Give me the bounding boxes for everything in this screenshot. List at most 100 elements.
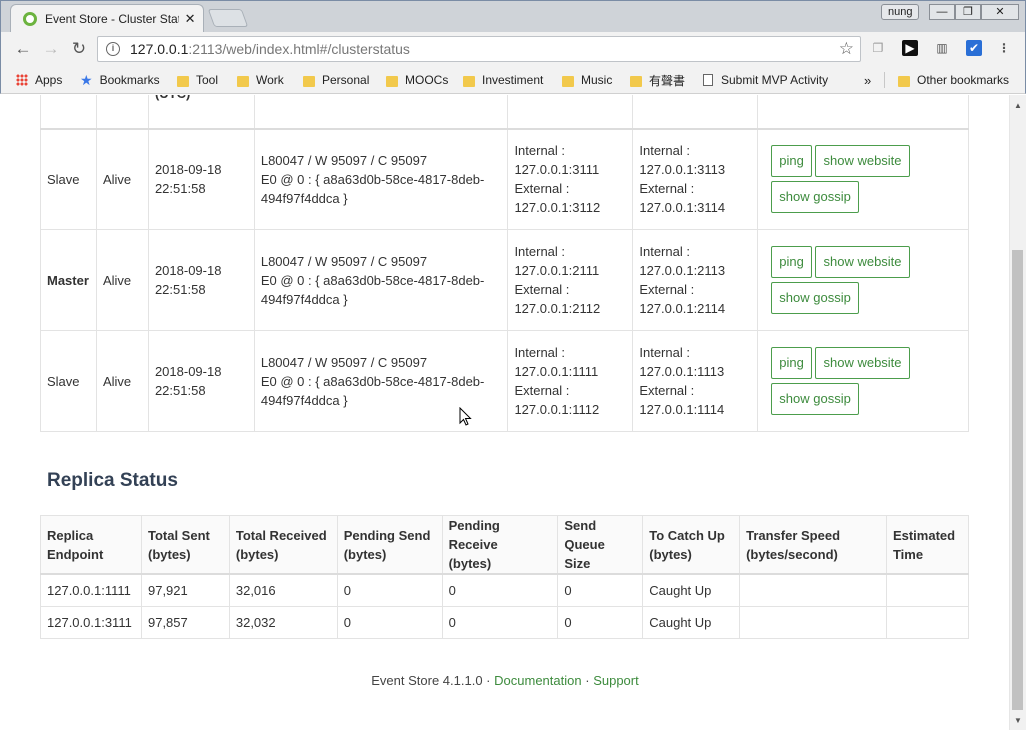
browser-titlebar: Event Store - Cluster Stat ✕ nung — ❐ ✕ [0, 0, 1026, 33]
restore-icon[interactable]: ❐ [955, 4, 981, 20]
table-row: Master Alive 2018-09-18 22:51:58 L80047 /… [40, 229, 969, 331]
browser-toolbar: ← → ↻ i 127.0.0.1:2113/web/index.html#/c… [0, 32, 1026, 66]
bookmark-other[interactable]: Other bookmarks [898, 72, 1009, 88]
show-website-button[interactable]: show website [815, 347, 910, 379]
folder-icon [898, 75, 910, 87]
page-scrollbar[interactable]: ▲ ▼ [1009, 95, 1026, 730]
ping-button[interactable]: ping [771, 347, 812, 379]
scroll-up-icon[interactable]: ▲ [1010, 99, 1026, 113]
cluster-status-table: (UTC) Slave Alive 2018-09-1822:51:58 L80… [40, 95, 969, 432]
page-content: (UTC) Slave Alive 2018-09-1822:51:58 L80… [1, 95, 1009, 730]
node-actions: ping show website show gossip [757, 128, 969, 230]
cell-send-queue-size: 0 [557, 605, 644, 639]
cell-pending-receive: 0 [441, 573, 559, 607]
cell-estimated-time [885, 605, 970, 639]
address-bar[interactable]: i 127.0.0.1:2113/web/index.html#/cluster… [97, 36, 861, 62]
cell-endpoint: 127.0.0.1:3111 [40, 605, 142, 639]
bookmark-moocs[interactable]: MOOCs [386, 72, 448, 88]
reload-icon[interactable]: ↻ [68, 38, 90, 60]
star-icon: ★ [80, 71, 93, 88]
trello-extension-icon[interactable]: ▥ [934, 40, 950, 56]
node-info: L80047 / W 95097 / C 95097 E0 @ 0 : { a8a… [253, 128, 509, 230]
col-replica-endpoint: Replica Endpoint [40, 515, 142, 575]
node-actions: ping show website show gossip [757, 330, 969, 432]
forward-icon[interactable]: → [40, 38, 62, 60]
header-partial: (UTC) [147, 95, 255, 130]
node-state: Slave [40, 128, 97, 230]
col-pending-send: Pending Send (bytes) [336, 515, 443, 575]
show-gossip-button[interactable]: show gossip [771, 181, 859, 214]
mouse-cursor-icon [459, 407, 472, 426]
node-state: Slave [40, 330, 97, 432]
pocket-extension-icon[interactable]: ✔ [966, 40, 982, 56]
ping-button[interactable]: ping [771, 145, 812, 178]
table-row: 127.0.0.1:1111 97,921 32,016 0 0 0 Caugh… [40, 573, 970, 607]
folder-icon [303, 75, 315, 87]
cell-pending-send: 0 [336, 605, 443, 639]
page-footer: Event Store 4.1.1.0 · Documentation · Su… [1, 673, 1009, 688]
cell-estimated-time [885, 573, 970, 607]
document-icon [703, 74, 713, 86]
profile-button[interactable]: nung [881, 4, 920, 20]
bookmark-star-icon[interactable]: ☆ [839, 39, 854, 59]
cell-total-sent: 97,921 [140, 573, 230, 607]
copy-extension-icon[interactable]: ❐ [870, 40, 886, 56]
close-icon[interactable]: ✕ [183, 11, 197, 27]
node-alive: Alive [95, 128, 149, 230]
folder-icon [237, 75, 249, 87]
table-row: Slave Alive 2018-09-18 22:51:58 L80047 / … [40, 128, 969, 230]
bookmark-personal[interactable]: Personal [303, 72, 369, 88]
node-alive: Alive [95, 229, 149, 331]
node-state: Master [40, 229, 97, 331]
table-header-row: Replica Endpoint Total Sent (bytes) Total … [40, 515, 970, 575]
show-gossip-button[interactable]: show gossip [771, 383, 859, 415]
menu-kebab-icon[interactable]: ⋮ [996, 40, 1012, 56]
bookmarks-separator [884, 72, 885, 88]
bookmark-submit-mvp[interactable]: Submit MVP Activity [703, 72, 828, 88]
bookmark-work[interactable]: Work [237, 72, 284, 88]
table-row: 127.0.0.1:3111 97,857 32,032 0 0 0 Caugh… [40, 605, 970, 639]
info-icon[interactable]: i [106, 42, 120, 56]
support-link[interactable]: Support [593, 673, 639, 688]
apps-grid-icon [16, 74, 28, 86]
cell-transfer-speed [739, 573, 887, 607]
bookmarks-bar: Apps ★ Bookmarks Tool Work Personal MOOCs… [0, 66, 1026, 94]
ping-button[interactable]: ping [771, 246, 812, 278]
url-path: :2113/web/index.html#/clusterstatus [188, 41, 410, 57]
more-bookmarks-icon[interactable]: » [864, 72, 871, 88]
col-transfer-speed: Transfer Speed (bytes/second) [739, 515, 887, 575]
cell-send-queue-size: 0 [557, 573, 644, 607]
scrollbar-thumb[interactable] [1012, 250, 1023, 710]
bookmark-tool[interactable]: Tool [177, 72, 218, 88]
node-timestamp: 2018-09-18 22:51:58 [147, 128, 255, 230]
cell-total-sent: 97,857 [140, 605, 230, 639]
show-website-button[interactable]: show website [815, 246, 910, 278]
tab-title: Event Store - Cluster Stat [45, 12, 180, 26]
node-actions: ping show website show gossip [757, 229, 969, 331]
footer-separator: · [486, 673, 491, 688]
bookmark-investiment[interactable]: Investiment [463, 72, 543, 88]
new-tab-button[interactable] [207, 9, 249, 27]
minimize-icon[interactable]: — [929, 4, 955, 20]
bookmark-music[interactable]: Music [562, 72, 612, 88]
window-close-icon[interactable]: ✕ [981, 4, 1019, 20]
bookmark-apps[interactable]: Apps [16, 72, 62, 88]
bookmark-bookmarks[interactable]: ★ Bookmarks [80, 72, 160, 88]
show-website-button[interactable]: show website [815, 145, 910, 178]
show-gossip-button[interactable]: show gossip [771, 282, 859, 314]
back-icon[interactable]: ← [12, 38, 34, 60]
col-estimated-time: Estimated Time [885, 515, 970, 575]
footer-separator: · [585, 673, 590, 688]
browser-tab[interactable]: Event Store - Cluster Stat ✕ [10, 4, 204, 33]
cell-total-received: 32,016 [228, 573, 338, 607]
scroll-down-icon[interactable]: ▼ [1010, 714, 1026, 728]
table-row: Slave Alive 2018-09-18 22:51:58 L80047 / … [40, 330, 969, 432]
table-header-row: (UTC) [40, 95, 969, 130]
footer-product: Event Store 4.1.1.0 [371, 673, 483, 688]
documentation-link[interactable]: Documentation [494, 673, 581, 688]
bookmark-audiobooks[interactable]: 有聲書 [630, 72, 685, 88]
folder-icon [177, 75, 189, 87]
play-extension-icon[interactable]: ▶ [902, 40, 918, 56]
cell-total-received: 32,032 [228, 605, 338, 639]
node-info: L80047 / W 95097 / C 95097 E0 @ 0 : { a8a… [253, 229, 509, 331]
